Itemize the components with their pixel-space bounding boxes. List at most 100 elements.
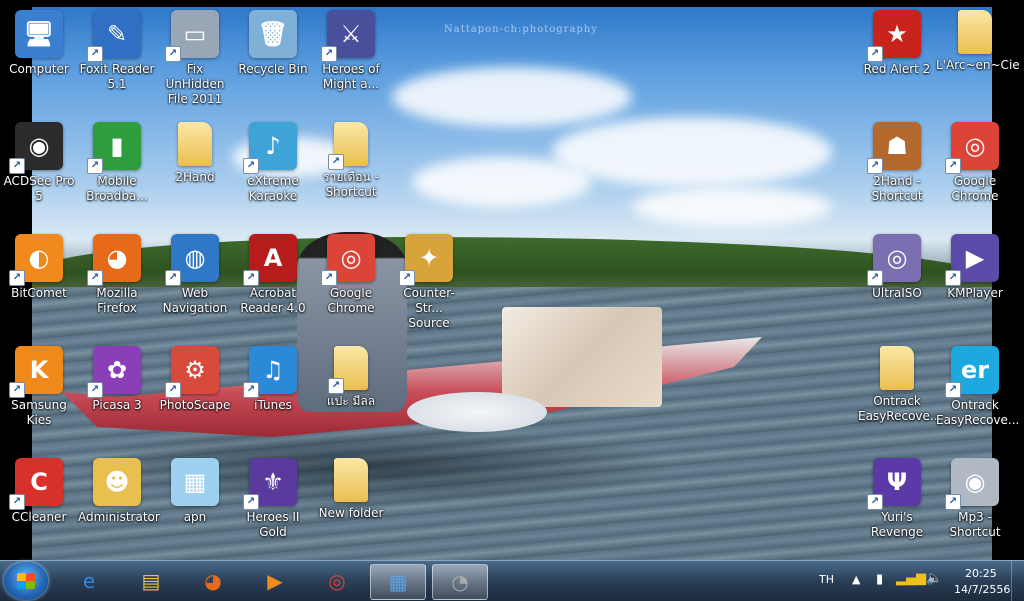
desktop-icon-ontrack-easyrecove[interactable]: er ↗ Ontrack EasyRecove... [936,344,1019,432]
shortcut-arrow-icon: ↗ [243,494,259,510]
desktop-icon-new-folder[interactable]: New folder [312,456,390,544]
desktop-icon-mobile-broadba[interactable]: ▮ ↗ Mobile Broadba... [78,120,156,208]
desktop-icon-picasa-3[interactable]: ✿ ↗ Picasa 3 [78,344,156,432]
shortcut-arrow-icon: ↗ [9,158,25,174]
heroes-ii-gold-icon: ⚜ ↗ [243,458,297,510]
battery-icon[interactable]: ▮ [876,572,883,587]
signal-icon[interactable]: ▂▄▆ [896,571,926,586]
show-desktop-button[interactable] [1011,561,1024,601]
taskbar-control-button[interactable]: ▦ [370,564,426,600]
desktop-icon-shortcut[interactable]: ↗ รายเดือน - Shortcut [312,120,390,208]
desktop-icon-bitcomet[interactable]: ◐ ↗ BitComet [0,232,78,320]
desktop-icon-acdsee-pro-5[interactable]: ◉ ↗ ACDSee Pro 5 [0,120,78,208]
google-chrome-icon: ◎ ↗ [321,234,375,286]
2hand-shortcut-icon: ☗ ↗ [867,122,921,174]
desktop-icon-label: L'Arc~en~Cie [936,58,1020,72]
shortcut-arrow-icon: ↗ [328,378,344,394]
desktop-icon-web-navigation[interactable]: ◍ ↗ Web Navigation [156,232,234,320]
acrobat-reader-4-0-icon: A ↗ [243,234,297,286]
desktop-icon-ccleaner[interactable]: C ↗ CCleaner [0,456,78,544]
desktop-icon-label: Picasa 3 [92,398,142,412]
heroes-of-might-a-icon: ⚔ ↗ [321,10,375,62]
taskbar-ie-button[interactable]: e [62,564,116,598]
folder-icon [334,458,368,502]
desktop-icon-fix-unhidden-file-2011[interactable]: ▭ ↗ Fix UnHidden File 2011 [156,8,234,106]
desktop-icon-label: Acrobat Reader 4.0 [240,286,306,315]
bitcomet-icon: ◐ ↗ [9,234,63,286]
desktop-icon-acrobat-reader-4-0[interactable]: A ↗ Acrobat Reader 4.0 [234,232,312,320]
wallpaper-watermark: Nattapon-ch:photography [444,24,598,35]
desktop-icon-label: eXtreme Karaoke [247,174,299,203]
shortcut-arrow-icon: ↗ [165,46,181,62]
mobile-broadba-icon: ▮ ↗ [87,122,141,174]
folder-icon [178,122,212,166]
shortcut-arrow-icon: ↗ [165,382,181,398]
desktop-icon-mp3-shortcut[interactable]: ◉ ↗ Mp3 - Shortcut [936,456,1014,544]
desktop-icon-2hand-shortcut[interactable]: ☗ ↗ 2Hand - Shortcut [858,120,936,208]
taskbar-media-button[interactable]: ▶ [248,564,302,598]
ccleaner-icon: C ↗ [9,458,63,510]
desktop-icon-kmplayer[interactable]: ▶ ↗ KMPlayer [936,232,1014,320]
desktop-icon-label: Samsung Kies [11,398,67,427]
desktop-icon-red-alert-2[interactable]: ★ ↗ Red Alert 2 [858,8,936,96]
cargo-image [502,307,662,407]
desktop-icon-item-26[interactable]: ↗ แปะ มีลล [312,344,390,432]
shortcut-arrow-icon: ↗ [243,382,259,398]
desktop-icon-label: Computer [9,62,69,76]
desktop-icon-label: CCleaner [11,510,67,524]
desktop-icon-label: apn [183,510,207,524]
kmplayer-icon: ▶ ↗ [945,234,999,286]
desktop-icon-label: ACDSee Pro 5 [3,174,75,203]
desktop-icon-ontrack-easyrecove[interactable]: Ontrack EasyRecove... [858,344,941,432]
desktop-icon-ultraiso[interactable]: ◎ ↗ UltraISO [858,232,936,320]
shortcut-arrow-icon: ↗ [9,494,25,510]
volume-icon[interactable]: 🔈 [926,571,942,586]
desktop-icon-administrator[interactable]: ☻ Administrator [78,456,160,544]
desktop-icon-itunes[interactable]: ♫ ↗ iTunes [234,344,312,432]
show-hidden-icons-icon[interactable]: ▲ [852,573,860,586]
clock-time[interactable]: 20:25 [965,567,997,580]
desktop-icon-recycle-bin[interactable]: 🗑 Recycle Bin [234,8,312,96]
desktop-icon-label: Web Navigation [162,286,228,315]
desktop-icon-samsung-kies[interactable]: K ↗ Samsung Kies [0,344,78,432]
taskbar-chrome-button[interactable]: ◎ [310,564,364,598]
desktop-icon-label: Red Alert 2 [863,62,931,76]
desktop-icon-yuri-s-revenge[interactable]: Ψ ↗ Yuri's Revenge [858,456,936,544]
taskbar-firefox-button[interactable]: ◕ [186,564,240,598]
shortcut-arrow-icon: ↗ [945,158,961,174]
shortcut-arrow-icon: ↗ [945,270,961,286]
shortcut-arrow-icon: ↗ [87,46,103,62]
desktop-icon-l-arc-en-cie[interactable]: L'Arc~en~Cie [936,8,1020,96]
desktop-icon-counter-str-source[interactable]: ✦ ↗ Counter-Str... Source [390,232,468,330]
desktop-icon-google-chrome[interactable]: ◎ ↗ Google Chrome [312,232,390,320]
desktop-icon-2hand[interactable]: 2Hand [156,120,234,208]
desktop-icon-label: BitComet [11,286,67,300]
clock-date[interactable]: 14/7/2556 [954,583,1010,596]
desktop-icon-extreme-karaoke[interactable]: ♪ ↗ eXtreme Karaoke [234,120,312,208]
apn-icon: ▦ [171,458,219,506]
desktop-icon-foxit-reader-5-1[interactable]: ✎ ↗ Foxit Reader 5.1 [78,8,156,96]
desktop-icon-label: UltraISO [872,286,922,300]
desktop-icon-mozilla-firefox[interactable]: ◕ ↗ Mozilla Firefox [78,232,156,320]
shortcut-arrow-icon: ↗ [87,382,103,398]
desktop-icon-apn[interactable]: ▦ apn [156,456,234,544]
start-button[interactable] [4,562,48,600]
desktop-icon-photoscape[interactable]: ⚙ ↗ PhotoScape [156,344,234,432]
counter-str-source-icon: ✦ ↗ [399,234,453,286]
samsung-kies-icon: K ↗ [9,346,63,398]
mozilla-firefox-icon: ◕ ↗ [87,234,141,286]
desktop-icon-label: 2Hand [175,170,215,184]
taskbar-app-button[interactable]: ◔ [432,564,488,600]
yuri-s-revenge-icon: Ψ ↗ [867,458,921,510]
taskbar-explorer-button[interactable]: ▤ [124,564,178,598]
desktop-icon-computer[interactable]: 🖥 Computer [0,8,78,96]
desktop-icon-label: แปะ มีลล [326,394,376,408]
desktop-icon-google-chrome[interactable]: ◎ ↗ Google Chrome [936,120,1014,208]
language-indicator[interactable]: TH [819,573,834,586]
desktop-icon-heroes-ii-gold[interactable]: ⚜ ↗ Heroes II Gold [234,456,312,544]
desktop-icon-heroes-of-might-a[interactable]: ⚔ ↗ Heroes of Might a... [312,8,390,96]
desktop-icon-label: Fix UnHidden File 2011 [165,62,225,106]
ultraiso-icon: ◎ ↗ [867,234,921,286]
desktop[interactable]: Nattapon-ch:photography 🖥 Computer ✎ ↗ Foxit… [0,0,1024,560]
photoscape-icon: ⚙ ↗ [165,346,219,398]
